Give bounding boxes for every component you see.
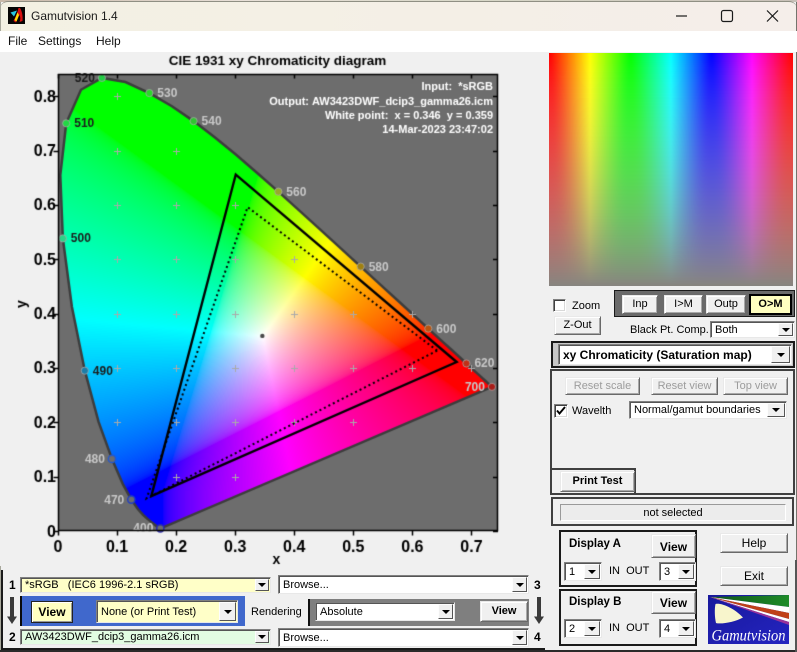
svg-text:Gamutvision: Gamutvision (712, 628, 786, 645)
